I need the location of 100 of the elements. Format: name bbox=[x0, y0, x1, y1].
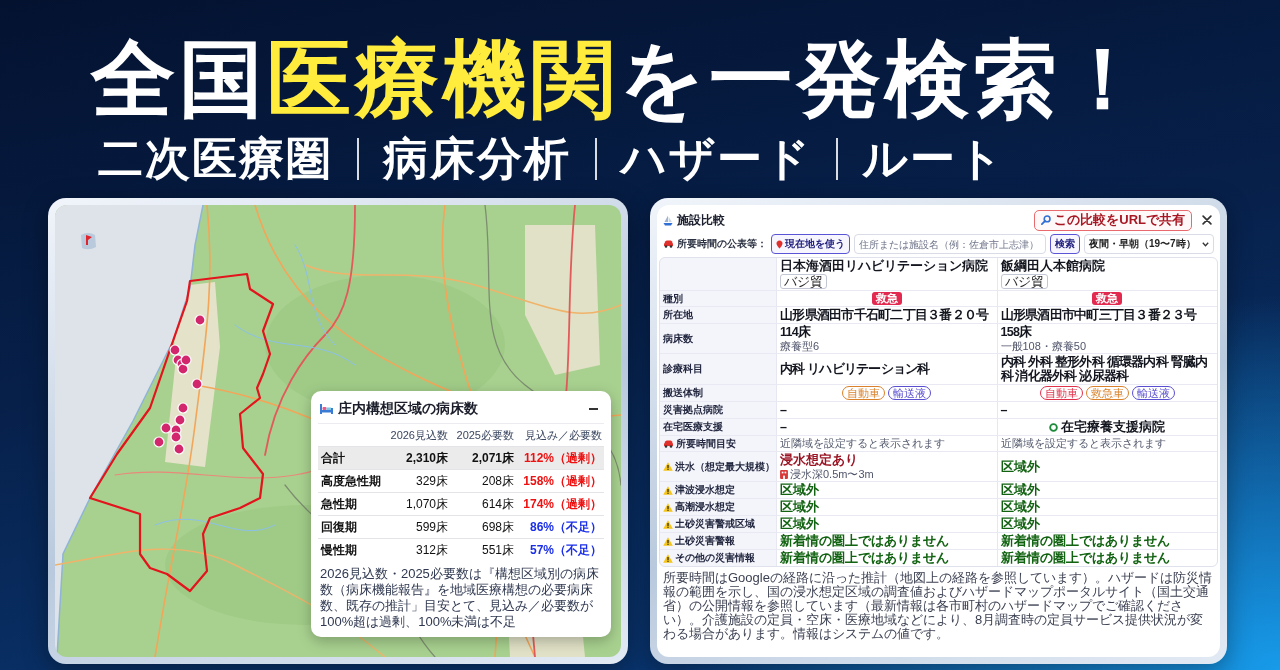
cell-subtext: 一般108・療養50 bbox=[1000, 340, 1087, 352]
row-label: その他の災害情報 bbox=[675, 552, 755, 564]
row-label: 土砂災害警報 bbox=[675, 535, 735, 547]
cell-text: 区域外 bbox=[1000, 483, 1040, 497]
car-icon bbox=[663, 439, 674, 448]
table-cell-text: 57%（不足） bbox=[528, 541, 602, 559]
close-button[interactable] bbox=[1200, 213, 1214, 227]
column-header: 2025必要数 bbox=[455, 427, 514, 443]
row-label: 所要時間目安 bbox=[676, 437, 736, 450]
cell-text: 158床 bbox=[1000, 325, 1032, 339]
row-label: 高度急性期 bbox=[320, 472, 381, 490]
warning-icon bbox=[663, 553, 673, 563]
table-cell-text: 174%（過剰） bbox=[522, 495, 602, 513]
feature-label: ハザード bbox=[621, 134, 812, 184]
cell-text: 在宅療養支援病院 bbox=[1061, 420, 1166, 434]
feature-label: ルート bbox=[862, 134, 1005, 184]
table-cell-text: 312床 bbox=[414, 541, 448, 559]
location-dot-icon bbox=[169, 344, 181, 356]
cell-text: 区域外 bbox=[1000, 459, 1040, 474]
car-icon bbox=[663, 240, 674, 248]
cell-text: 区域外 bbox=[780, 517, 819, 531]
row-label: 所在地 bbox=[663, 309, 693, 321]
row-label: 在宅医療支援 bbox=[663, 421, 723, 433]
table-cell-text: 86%（不足） bbox=[528, 518, 602, 536]
cell-text: 新着情の圏上ではありません bbox=[1000, 551, 1170, 565]
tag: 輸送液 bbox=[1131, 386, 1175, 400]
panel-title: 施設比較 bbox=[677, 211, 725, 229]
row-label: 病床数 bbox=[663, 332, 693, 345]
panel-title: 庄内構想区域の病床数 bbox=[338, 400, 478, 418]
cell-text: 区域外 bbox=[1000, 517, 1040, 531]
tag: 救急車 bbox=[1085, 386, 1129, 400]
status-badge: 救急 bbox=[871, 292, 902, 305]
table-cell-text: 551床 bbox=[480, 541, 514, 559]
cell-text: 新着情の圏上ではありません bbox=[780, 534, 949, 548]
table-cell-text: 329床 bbox=[414, 472, 448, 490]
row-label: 津波浸水想定 bbox=[675, 484, 735, 496]
row-label: 回復期 bbox=[320, 518, 357, 536]
cell-text: – bbox=[780, 420, 787, 434]
feature-label: 病床分析 bbox=[383, 134, 571, 184]
facility-name: 飯綱田人本館病院 bbox=[1000, 259, 1105, 273]
warning-icon bbox=[663, 485, 673, 495]
pin-icon bbox=[776, 239, 783, 249]
location-dot-icon bbox=[160, 422, 172, 434]
table-cell-text: 614床 bbox=[480, 495, 514, 513]
row-label: 災害拠点病院 bbox=[663, 404, 723, 416]
cell-text: 山形県酒田市千石町二丁目３番２０号 bbox=[780, 308, 989, 322]
location-dot-icon bbox=[170, 431, 182, 443]
cell-text: 近隣域を設定すると表示されます bbox=[1000, 437, 1166, 450]
sailboat-icon bbox=[663, 214, 673, 226]
cell-text: 山形県酒田市中町三丁目３番２３号 bbox=[1000, 308, 1197, 322]
table-note: 2026見込数・2025必要数は『構想区域別の病床数（病床機能報告』を地域医療構想の必要病床数、既存の推計」目安とて、見込み／必要数が100%超は過剰、100%未満は不足 bbox=[320, 566, 600, 630]
cell-text: 内科 外科 整形外科 循環器内科 腎臓内科 消化器外科 泌尿器科 bbox=[1000, 355, 1209, 383]
tag: 自動車 bbox=[842, 386, 886, 400]
footnote: 所要時間はGoogleの経路に沿った推計（地図上の経路を参照しています）。ハザードは防災情報の範囲を示し、国の浸水想定区域の調査値およびハザードマップポータルサイト（国土交通省）の公開情報を参照しています（最新情報は各市町村のハザードマップでご確認ください）。介護施設の定員・空床・医療地域などにより、8月調査時の定員サービス提供状況が変わる場合があります。情報はシステムの値です。 bbox=[663, 571, 1213, 641]
time-select[interactable]: 夜間・早朝（19〜7時） bbox=[1084, 234, 1214, 254]
warning-icon bbox=[663, 519, 673, 529]
row-label: 急性期 bbox=[319, 495, 357, 513]
warning-icon bbox=[663, 462, 673, 471]
headline: 全国医療機関を一発検索！ bbox=[89, 36, 1150, 122]
column-header: 見込み／必要数 bbox=[524, 427, 602, 443]
cell-text: – bbox=[780, 403, 787, 417]
row-label: 高潮浸水想定 bbox=[675, 501, 735, 513]
location-dot-icon bbox=[180, 354, 192, 366]
table-cell-text: 599床 bbox=[414, 518, 448, 536]
magnifier-icon bbox=[1041, 215, 1052, 225]
building-icon bbox=[780, 469, 788, 479]
cell-text: 新着情の圏上ではありません bbox=[1000, 534, 1170, 548]
location-button[interactable]: 現在地を使う bbox=[771, 234, 850, 254]
cell-subtext: 浸水深0.5m〜3m bbox=[790, 468, 874, 480]
search-button[interactable]: 検索 bbox=[1050, 234, 1080, 254]
row-label: 種別 bbox=[663, 292, 683, 305]
status-badge: 救急 bbox=[1092, 292, 1123, 305]
bed-icon bbox=[320, 404, 333, 414]
minus-icon bbox=[589, 408, 598, 410]
warning-icon bbox=[663, 536, 673, 546]
table-cell-text: 1,070床 bbox=[404, 495, 448, 513]
cell-text: 新着情の圏上ではありません bbox=[780, 551, 949, 565]
facility-name: 日本海酒田リハビリテーション病院 bbox=[780, 259, 988, 273]
warning-icon bbox=[663, 502, 673, 512]
location-dot-icon bbox=[153, 436, 165, 448]
close-icon bbox=[1202, 215, 1212, 225]
row-label: 土砂災害警戒区域 bbox=[675, 518, 755, 530]
route-label: 所要時間の公表等： bbox=[677, 237, 767, 251]
cell-text: 浸水想定あり bbox=[780, 453, 858, 467]
location-dot-icon bbox=[177, 363, 189, 375]
table-cell-text: 112%（過剰） bbox=[522, 449, 602, 467]
tag: 輸送液 bbox=[888, 386, 932, 400]
facility-tag: バジ貿 bbox=[1000, 274, 1048, 289]
share-button[interactable]: この比較をURLで共有 bbox=[1034, 209, 1192, 231]
table-cell-text: 698床 bbox=[480, 518, 514, 536]
cell-text: 近隣域を設定すると表示されます bbox=[780, 437, 945, 450]
column-header: 2026見込数 bbox=[389, 427, 448, 443]
row-label: 搬送体制 bbox=[663, 387, 703, 399]
table-cell-text: 2,310床 bbox=[404, 449, 448, 467]
row-label: 慢性期 bbox=[319, 541, 357, 559]
table-cell-text: 158%（過剰） bbox=[522, 472, 602, 490]
table-cell-text: 208床 bbox=[480, 472, 514, 490]
cell-text: 内科 リハビリテーション科 bbox=[780, 362, 930, 376]
row-label: 診療科目 bbox=[663, 363, 703, 375]
search-field[interactable]: 住所または施設名（例：佐倉市上志津） bbox=[854, 234, 1046, 254]
